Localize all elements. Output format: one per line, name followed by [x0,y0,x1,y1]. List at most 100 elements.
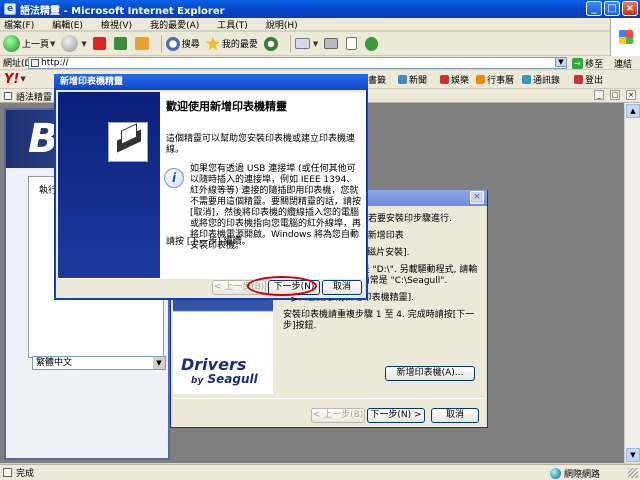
menu-file[interactable]: 檔案(F) [4,18,34,31]
standard-toolbar: 上一頁 ▼ ▼ 搜尋 我的最愛 ▼ [0,32,610,56]
favorites-button[interactable]: 我的最愛 [205,36,258,51]
addressbook-icon [522,75,531,84]
maximize-button[interactable]: □ [604,1,620,16]
tab-minimize-icon[interactable]: _ [594,90,604,100]
zone-label: 網際網路 [563,470,600,480]
calendar-icon [476,75,485,84]
address-value: http:// [41,58,69,68]
language-select[interactable]: 繁體中文 ▼ [32,356,166,370]
home-button[interactable] [134,37,151,50]
address-input[interactable]: http:// [28,57,567,69]
wizard-titlebar[interactable]: 新增印表機精靈 [54,74,368,90]
menu-tools[interactable]: 工具(T) [217,18,248,31]
search-button[interactable]: 搜尋 [165,36,200,51]
tab-main[interactable]: 語法精靈 [4,90,53,103]
status-text: 完成 [16,469,35,479]
messenger-button[interactable] [365,36,380,51]
wizard-side-banner [58,92,160,278]
yahoo-logout[interactable]: 登出 [574,73,603,86]
ie-app-icon: e [4,3,16,15]
menu-edit[interactable]: 編輯(E) [52,18,83,31]
yahoo-bookmarks[interactable]: 書籤 [368,73,386,86]
wizard-continue-text: 請按 [下一步] 繼續。 [166,237,251,247]
tab-close-icon[interactable]: × [626,90,636,100]
seagull-back-button[interactable]: < 上一步(B) [311,408,365,423]
mail-button[interactable]: ▼ [294,38,318,49]
links-button[interactable]: 連結 [614,57,632,70]
resize-grip-icon[interactable] [628,468,638,478]
close-button[interactable]: × [622,1,638,16]
yahoo-addressbook[interactable]: 通訊錄 [522,73,560,86]
ie-title-bar[interactable]: e 語法精靈 - Microsoft Internet Explorer _ □… [0,0,640,18]
stop-icon [92,37,106,50]
add-printer-wizard: 新增印表機精靈 歡迎使用新增印表機精靈 這個精靈可以幫助您安裝印表機或建立印表機… [54,74,368,305]
go-button[interactable]: → 移至 [572,57,603,70]
print-button[interactable] [324,38,340,49]
messenger-icon [365,36,379,51]
go-arrow-icon: → [572,58,583,69]
history-button[interactable] [263,36,280,51]
address-dropdown-icon[interactable]: ▼ [555,57,567,67]
status-page-icon [3,468,12,477]
minimize-button[interactable]: _ [586,1,602,16]
calendar-label: 行事曆 [487,76,515,86]
edit-page-icon [346,37,358,50]
menu-help[interactable]: 說明(H) [266,18,298,31]
language-value: 繁體中文 [36,358,73,368]
seagull-close-icon[interactable]: × [470,191,484,204]
edit-button[interactable] [346,37,359,50]
yahoo-news[interactable]: 新聞 [398,73,427,86]
add-printer-button[interactable]: 新增印表機(A)... [385,366,475,381]
home-icon [134,37,149,50]
favorites-label: 我的最愛 [221,40,258,50]
menu-bar: 檔案(F) 編輯(E) 檢視(V) 我的最愛(A) 工具(T) 說明(H) [0,18,640,31]
wizard-body: 歡迎使用新增印表機精靈 這個精靈可以幫助您安裝印表機或建立印表機連線。 i 如果… [160,92,366,278]
entertainment-icon [440,75,449,84]
printer-icon [108,122,148,162]
toolbar-divider [160,34,162,53]
go-label: 移至 [585,60,604,70]
info-icon: i [164,168,184,188]
logout-label: 登出 [585,76,604,86]
tab-label: 語法精靈 [16,92,53,103]
security-zone: 網際網路 [549,467,600,480]
language-dropdown-icon[interactable]: ▼ [153,357,165,369]
search-label: 搜尋 [181,40,200,50]
address-bar: 網址(D) http:// ▼ → 移至 連結 [0,56,640,70]
seagull-separator [173,398,485,399]
refresh-icon [113,37,127,50]
back-button[interactable]: 上一頁 ▼ [3,35,55,52]
tab-restore-icon[interactable]: □ [610,90,620,100]
entertainment-label: 娛樂 [451,76,470,86]
wizard-cancel-button[interactable]: 取消 [322,280,362,295]
yahoo-logo[interactable]: Y! [4,72,19,87]
yahoo-calendar[interactable]: 行事曆 [476,73,514,86]
wizard-heading: 歡迎使用新增印表機精靈 [166,100,287,113]
back-arrow-icon [3,35,20,52]
wizard-intro: 這個精靈可以幫助您安裝印表機或建立印表機連線。 [166,134,356,155]
seagull-cancel-button[interactable]: 取消 [431,408,479,423]
vertical-scrollbar[interactable]: ▲ ▼ [624,103,640,463]
forward-arrow-icon [61,35,79,52]
status-bar: 完成 網際網路 [0,464,640,480]
forward-button[interactable]: ▼ [61,35,87,52]
news-label: 新聞 [409,76,428,86]
wizard-separator [58,278,364,279]
internet-globe-icon [549,468,561,479]
mail-icon [294,38,310,49]
stop-button[interactable] [92,37,108,50]
menu-view[interactable]: 檢視(V) [101,18,132,31]
windows-logo [610,18,640,58]
windows-flag-icon [619,30,633,44]
yahoo-entertainment[interactable]: 娛樂 [440,73,469,86]
tab-page-icon [4,92,12,100]
scroll-up-icon[interactable]: ▲ [626,104,640,118]
menu-favorites[interactable]: 我的最愛(A) [150,18,199,31]
seagull-next-button[interactable]: 下一步(N) > [367,408,425,423]
logout-icon [574,75,583,84]
toolbar-divider [289,34,291,53]
refresh-button[interactable] [113,37,129,50]
window-title: 語法精靈 - Microsoft Internet Explorer [20,5,225,17]
scroll-down-icon[interactable]: ▼ [626,448,640,462]
printer-icon [324,38,339,49]
